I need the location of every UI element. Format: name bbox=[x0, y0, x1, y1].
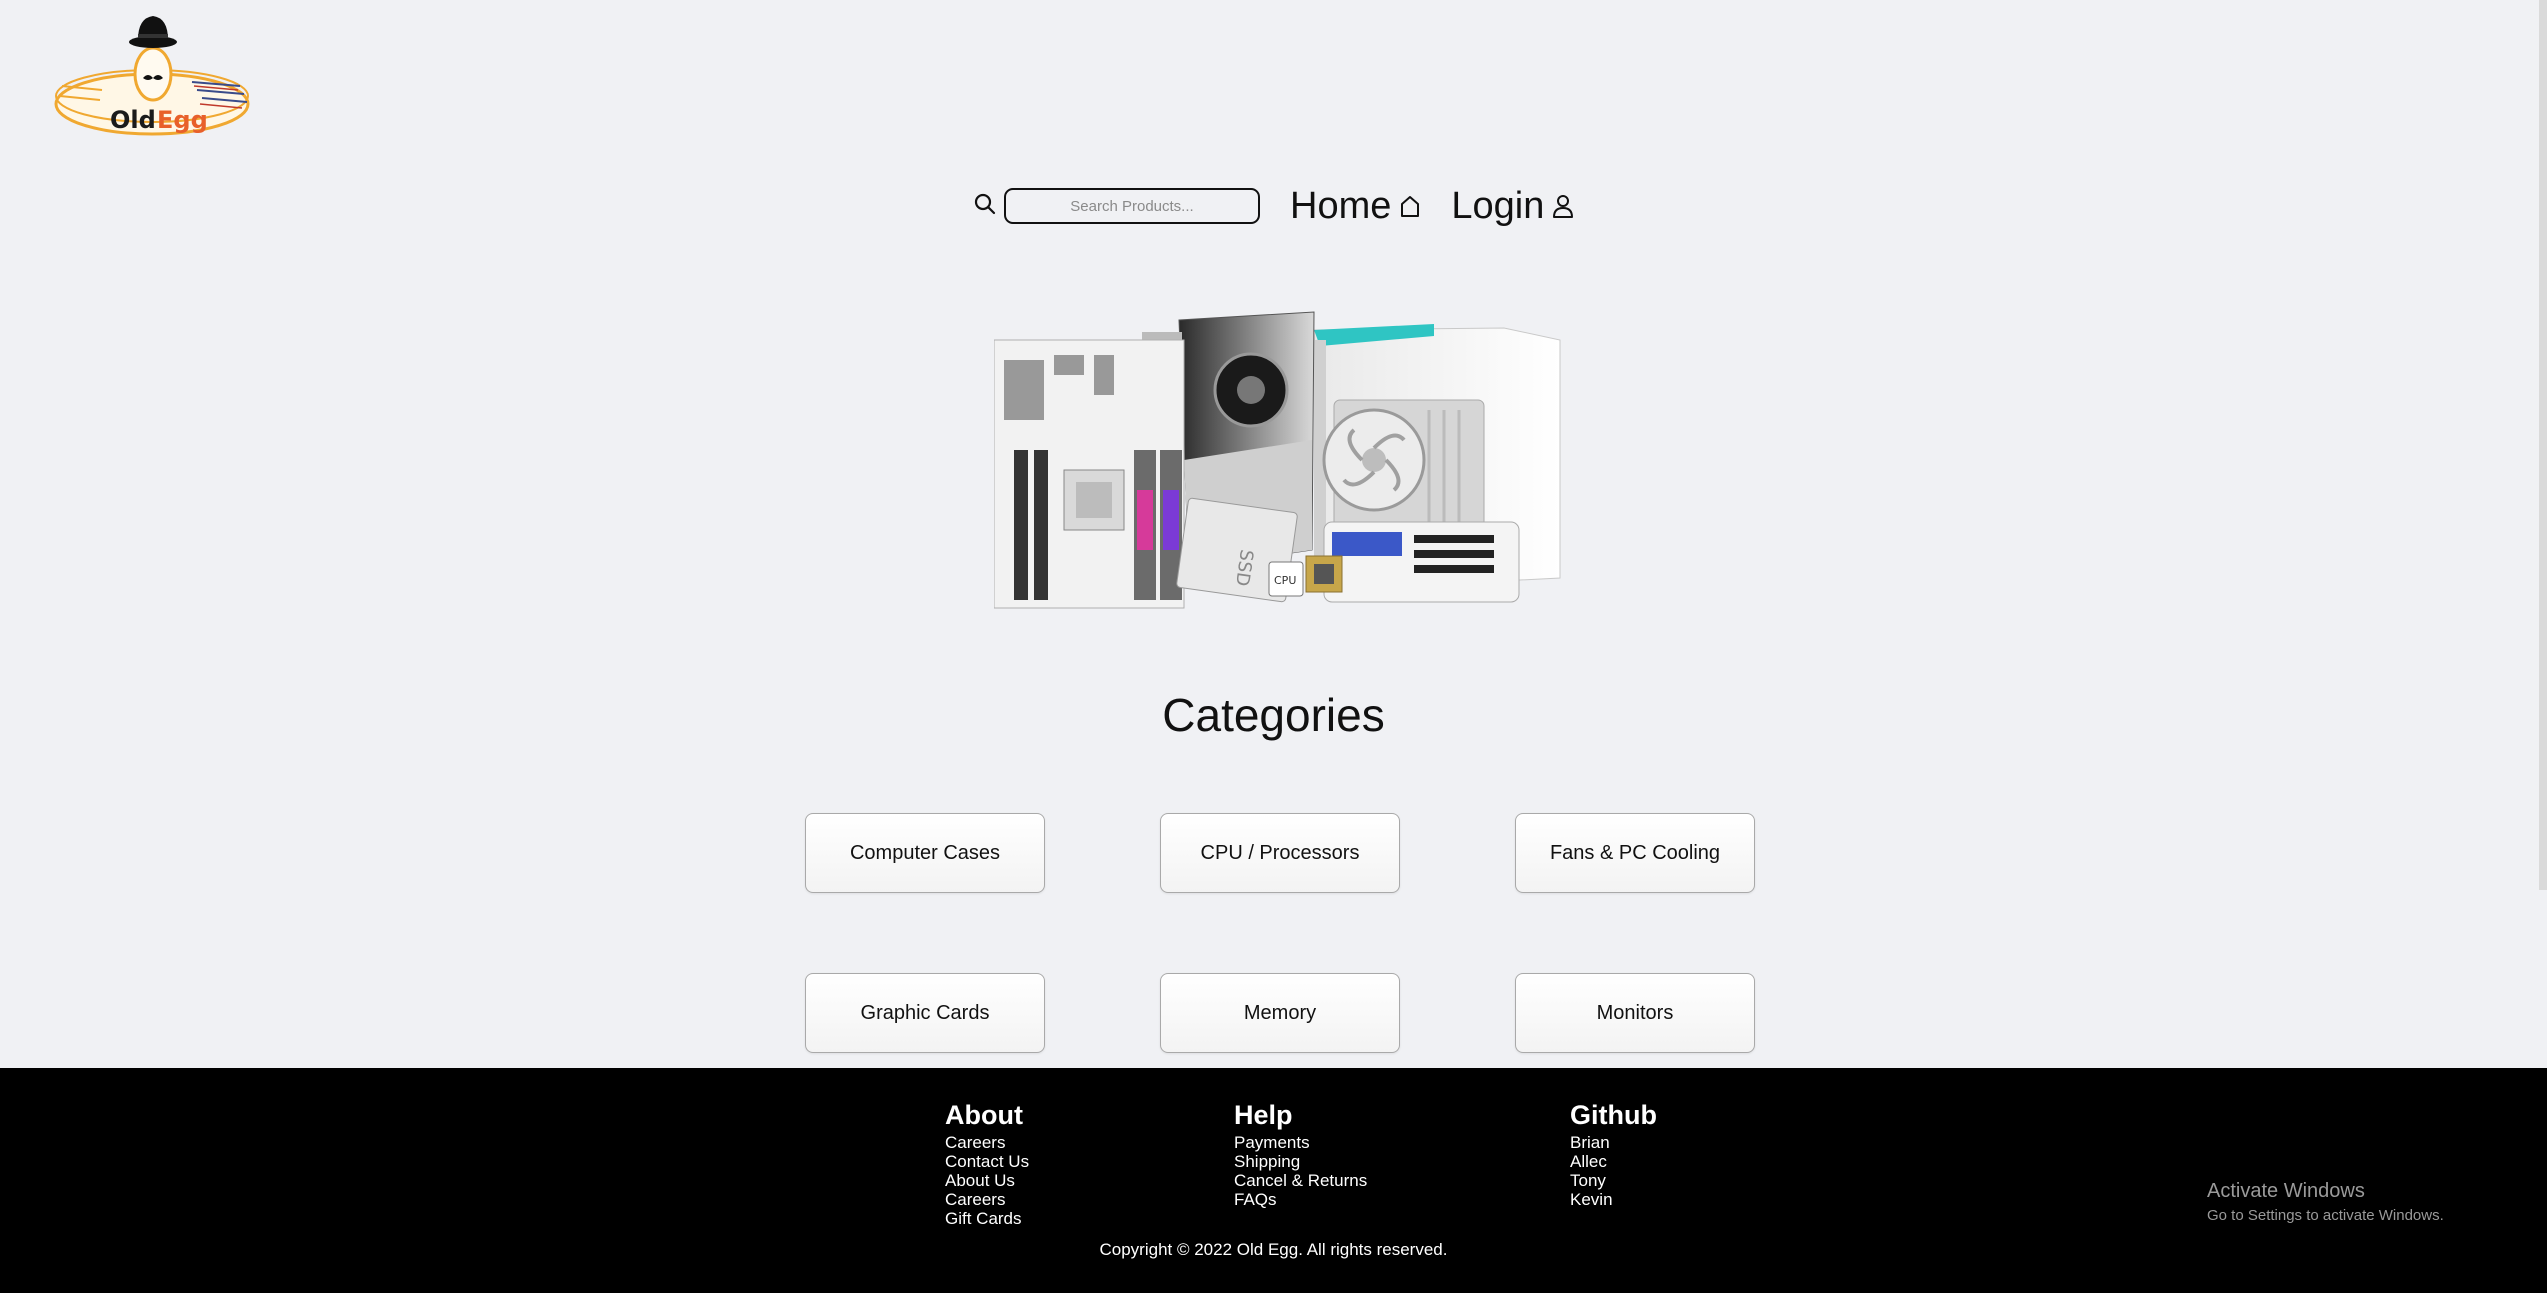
pc-components-hero-image: SSD CPU bbox=[994, 311, 1561, 609]
site-footer: About Careers Contact Us About Us Career… bbox=[0, 1068, 2547, 1293]
footer-github-heading: Github bbox=[1570, 1100, 1657, 1130]
old-egg-logo[interactable]: Old Egg bbox=[52, 4, 257, 139]
category-computer-cases[interactable]: Computer Cases bbox=[805, 813, 1045, 893]
footer-help-heading: Help bbox=[1234, 1100, 1293, 1130]
footer-link-faqs[interactable]: FAQs bbox=[1234, 1190, 1367, 1209]
categories-title: Categories bbox=[1162, 689, 1385, 741]
footer-link-cancel-returns[interactable]: Cancel & Returns bbox=[1234, 1171, 1367, 1190]
footer-link-payments[interactable]: Payments bbox=[1234, 1133, 1367, 1152]
login-link-label: Login bbox=[1451, 184, 1545, 227]
category-cpu-processors[interactable]: CPU / Processors bbox=[1160, 813, 1400, 893]
user-icon bbox=[1553, 195, 1574, 218]
footer-link-about-us[interactable]: About Us bbox=[945, 1171, 1029, 1190]
activate-windows-title: Activate Windows bbox=[2207, 1180, 2365, 1202]
footer-link-shipping[interactable]: Shipping bbox=[1234, 1152, 1367, 1171]
logo-graphic: Old Egg bbox=[54, 16, 250, 136]
footer-link-brian[interactable]: Brian bbox=[1570, 1133, 1657, 1152]
page-scrollbar[interactable] bbox=[2539, 0, 2547, 890]
category-memory[interactable]: Memory bbox=[1160, 973, 1400, 1053]
home-link-label: Home bbox=[1290, 184, 1392, 227]
activate-windows-subtitle: Go to Settings to activate Windows. bbox=[2207, 1207, 2444, 1224]
category-fans-pc-cooling[interactable]: Fans & PC Cooling bbox=[1515, 813, 1755, 893]
footer-link-kevin[interactable]: Kevin bbox=[1570, 1190, 1657, 1209]
footer-link-allec[interactable]: Allec bbox=[1570, 1152, 1657, 1171]
search-input[interactable] bbox=[1004, 188, 1260, 224]
logo-text-egg: Egg bbox=[157, 106, 208, 134]
login-link[interactable]: Login bbox=[1451, 185, 1574, 228]
top-nav: Home Login bbox=[970, 183, 1574, 229]
home-link[interactable]: Home bbox=[1290, 185, 1421, 228]
home-icon bbox=[1401, 196, 1420, 217]
search-icon[interactable] bbox=[970, 189, 1000, 219]
footer-help-column: Help Payments Shipping Cancel & Returns … bbox=[1234, 1100, 1367, 1209]
footer-link-careers-2[interactable]: Careers bbox=[945, 1190, 1029, 1209]
footer-link-tony[interactable]: Tony bbox=[1570, 1171, 1657, 1190]
cpu-chip-illustration: CPU bbox=[1268, 555, 1343, 597]
category-monitors[interactable]: Monitors bbox=[1515, 973, 1755, 1053]
footer-link-gift-cards[interactable]: Gift Cards bbox=[945, 1209, 1029, 1228]
activate-windows-watermark: Activate Windows Go to Settings to activ… bbox=[2207, 1180, 2444, 1224]
svg-text:CPU: CPU bbox=[1274, 574, 1296, 587]
power-supply-illustration bbox=[1323, 521, 1520, 603]
category-graphic-cards[interactable]: Graphic Cards bbox=[805, 973, 1045, 1053]
copyright-text: Copyright © 2022 Old Egg. All rights res… bbox=[1099, 1240, 1448, 1259]
footer-about-heading: About bbox=[945, 1100, 1023, 1130]
logo-text-old: Old bbox=[110, 106, 156, 134]
footer-about-column: About Careers Contact Us About Us Career… bbox=[945, 1100, 1029, 1228]
footer-github-column: Github Brian Allec Tony Kevin bbox=[1570, 1100, 1657, 1209]
footer-link-careers[interactable]: Careers bbox=[945, 1133, 1029, 1152]
footer-link-contact-us[interactable]: Contact Us bbox=[945, 1152, 1029, 1171]
